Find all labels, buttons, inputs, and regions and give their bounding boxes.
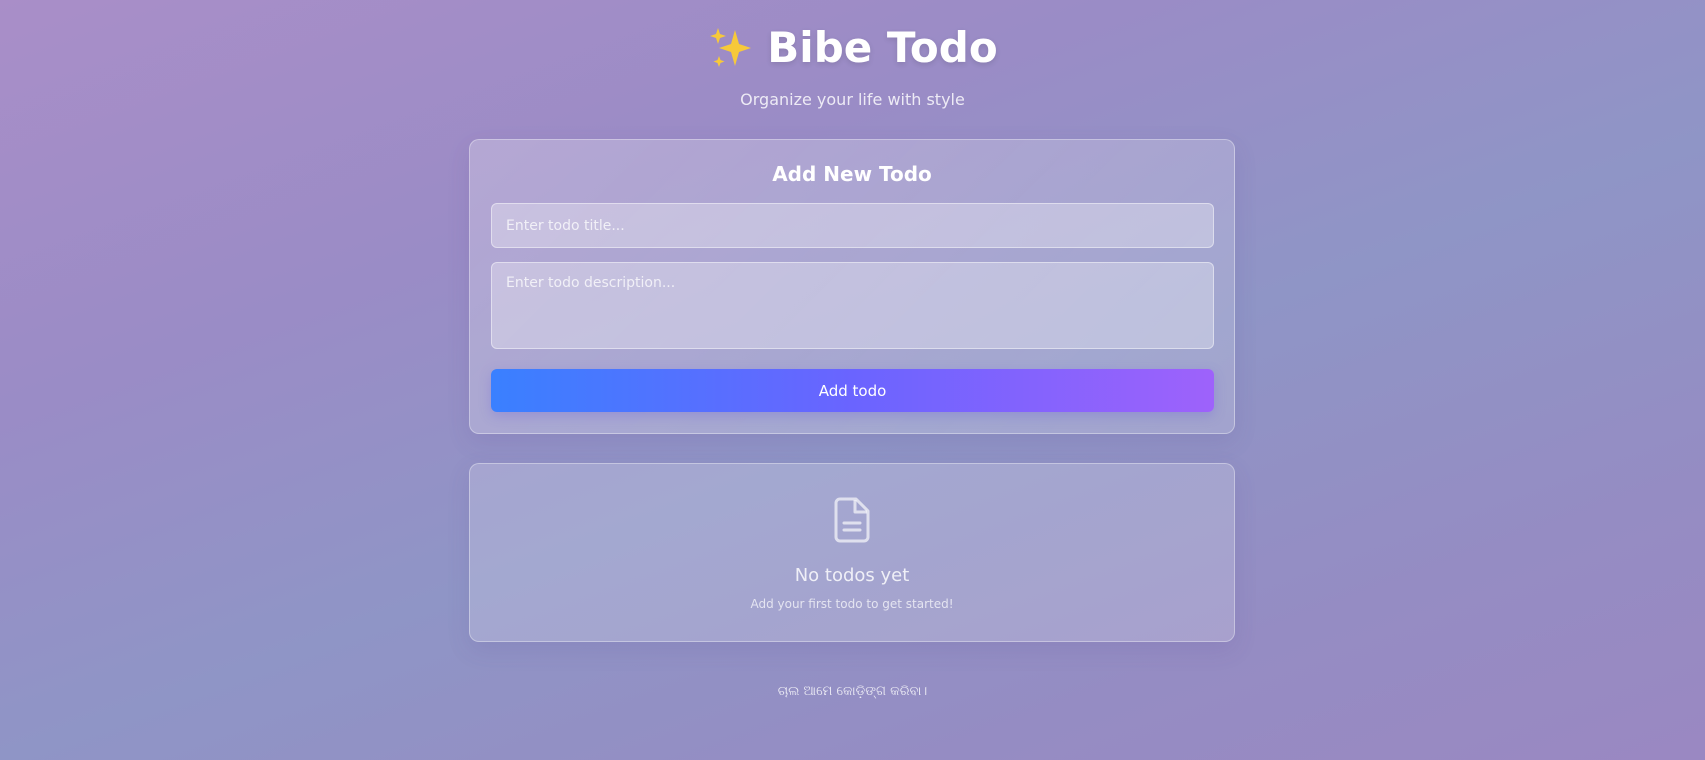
sparkles-icon — [710, 28, 752, 67]
todo-list-empty-state: No todos yet Add your first todo to get … — [469, 463, 1235, 642]
todo-description-input[interactable] — [491, 262, 1214, 349]
empty-state-title: No todos yet — [794, 565, 910, 586]
app-subtitle: Organize your life with style — [740, 90, 965, 109]
add-todo-card: Add New Todo Add todo — [469, 139, 1235, 434]
footer-text: ଚାଲ ଆମେ କୋଡ଼ିଙ୍ଗ କରିବା। — [777, 684, 928, 699]
page-header: Bibe Todo Organize your life with style — [0, 22, 1705, 109]
todo-title-input[interactable] — [491, 203, 1214, 248]
empty-state-subtitle: Add your first todo to get started! — [750, 597, 954, 611]
add-todo-button[interactable]: Add todo — [491, 369, 1214, 412]
app-title-text: Bibe Todo — [767, 23, 998, 72]
app-title: Bibe Todo — [707, 22, 998, 74]
add-todo-heading: Add New Todo — [772, 162, 932, 186]
document-icon — [834, 497, 870, 543]
